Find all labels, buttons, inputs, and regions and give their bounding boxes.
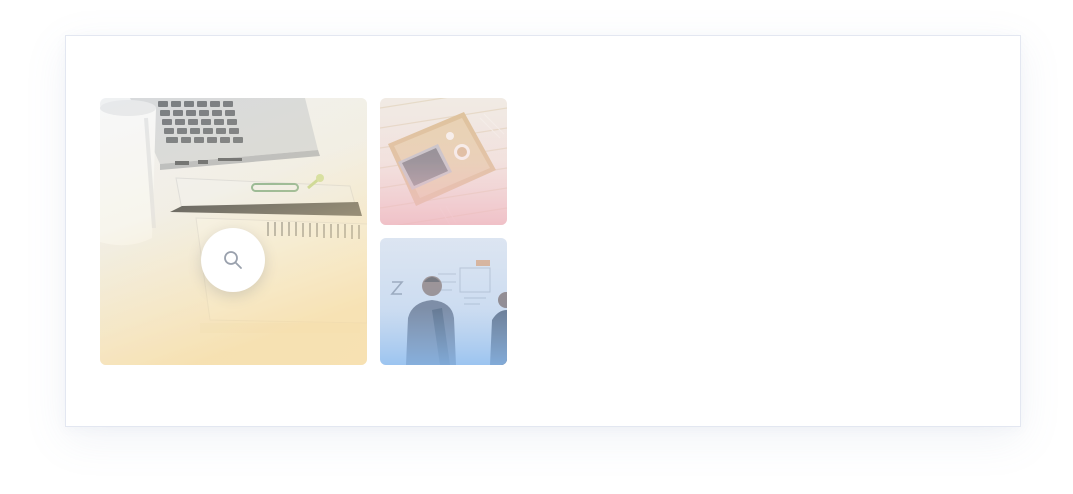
gallery-card <box>65 35 1021 427</box>
gallery-image-whiteboard[interactable] <box>380 238 507 365</box>
gallery-image-desk[interactable] <box>100 98 367 365</box>
whiteboard-photo <box>380 238 507 365</box>
page <box>0 0 1073 494</box>
zoom-button[interactable] <box>201 228 265 292</box>
flatlay-photo <box>380 98 507 225</box>
gallery-image-flatlay[interactable] <box>380 98 507 225</box>
search-icon <box>224 251 242 269</box>
